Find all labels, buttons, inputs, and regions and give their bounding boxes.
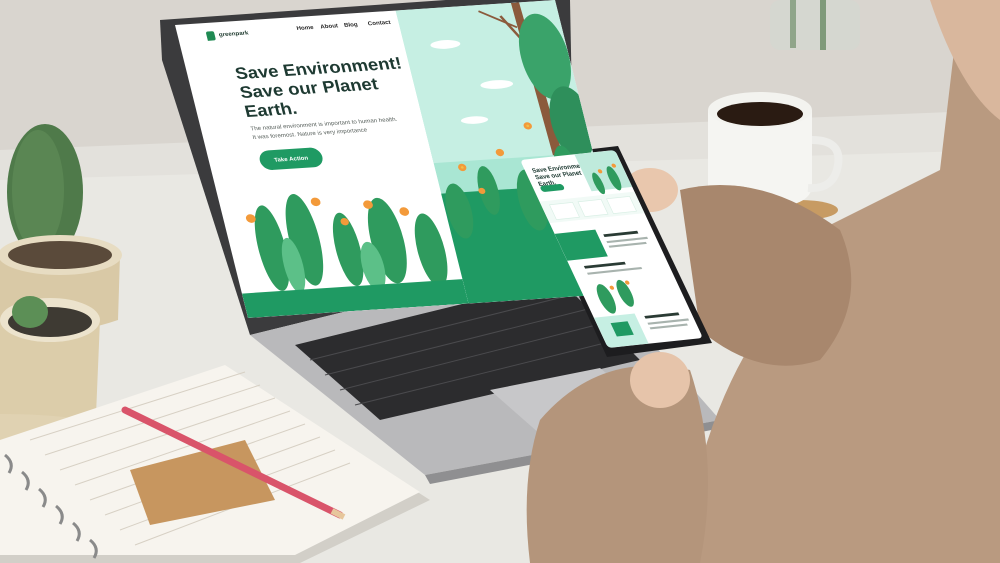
hero-title: Save Environment! Save our Planet Earth. [233, 53, 404, 121]
logo-icon [205, 31, 217, 41]
nav-blog[interactable]: Blog [343, 21, 358, 28]
glass-vase [770, 0, 860, 50]
nav-contact[interactable]: Contact [367, 19, 391, 27]
nav-about[interactable]: About [319, 22, 338, 29]
nav-home[interactable]: Home [296, 24, 314, 31]
site-logo[interactable]: greenpark [218, 30, 249, 38]
foreground-plants [241, 194, 469, 319]
take-action-button[interactable]: Take Action [257, 146, 325, 171]
hand [630, 352, 690, 408]
